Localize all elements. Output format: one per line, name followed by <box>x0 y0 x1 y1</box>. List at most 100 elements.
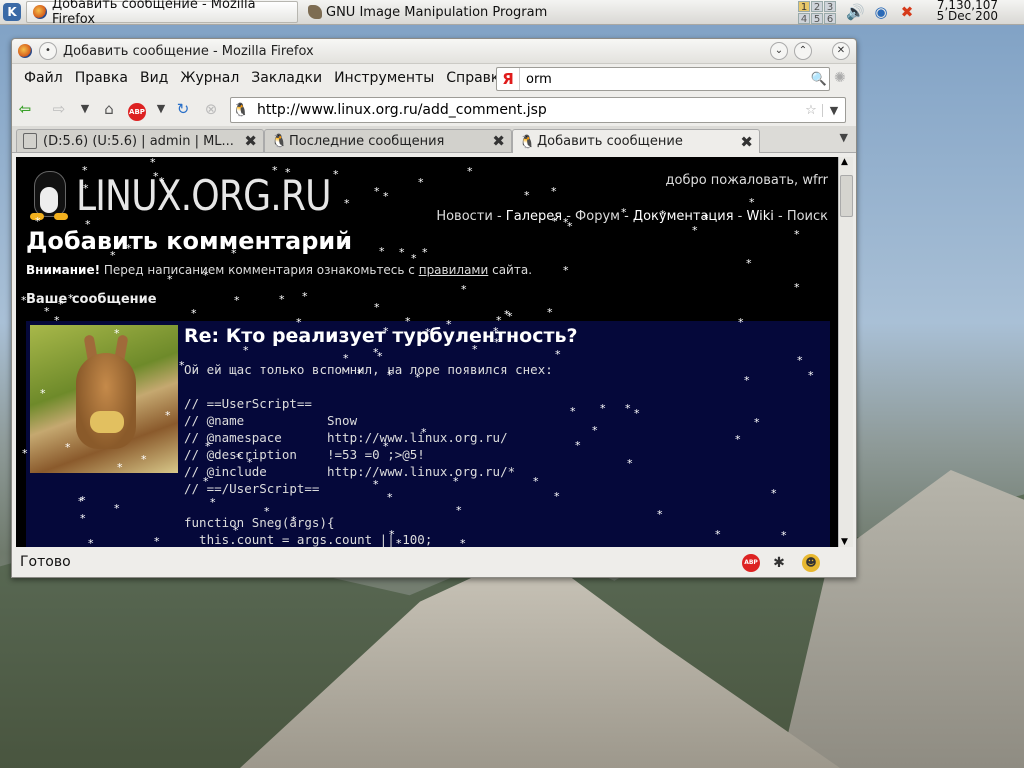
tab-admin[interactable]: (D:5.6) (U:5.6) | admin | ML... ✖ <box>16 129 264 152</box>
scroll-up-icon[interactable]: ▲ <box>841 157 848 167</box>
snowflake: * <box>35 215 41 228</box>
yandex-engine-icon[interactable]: Я <box>497 68 520 90</box>
adblock-icon[interactable]: ABP <box>126 98 148 121</box>
task-gimp[interactable]: GNU Image Manipulation Program <box>302 1 562 23</box>
snowflake: * <box>738 316 744 329</box>
home-icon[interactable]: ⌂ <box>98 98 120 120</box>
snowflake: * <box>344 197 350 210</box>
history-dropdown-icon[interactable]: ▼ <box>74 98 96 120</box>
firebug-icon[interactable]: ✱ <box>770 554 788 572</box>
nav-forum[interactable]: Форум <box>575 209 620 224</box>
volume-icon[interactable]: 🔊 <box>846 3 865 21</box>
nav-search[interactable]: Поиск <box>787 209 828 224</box>
snowflake: * <box>555 348 561 361</box>
snowflake: * <box>715 528 721 541</box>
adblock-status-icon[interactable]: ABP <box>742 554 760 572</box>
snowflake: * <box>703 212 709 225</box>
snowflake: * <box>399 246 405 259</box>
nav-wiki[interactable]: Wiki <box>747 209 774 224</box>
desktop-4[interactable]: 4 <box>798 13 810 25</box>
menu-tools[interactable]: Инструменты <box>334 70 434 86</box>
window-menu-button[interactable]: • <box>39 42 57 60</box>
nav-docs[interactable]: Документация <box>633 209 734 224</box>
snowflake: * <box>110 249 116 262</box>
menu-history[interactable]: Журнал <box>180 70 239 86</box>
snowflake: * <box>418 176 424 189</box>
back-icon[interactable]: ⇦ <box>14 98 36 120</box>
menu-file[interactable]: Файл <box>24 70 63 86</box>
desktop-2[interactable]: 2 <box>811 1 823 13</box>
desktop-3[interactable]: 3 <box>824 1 836 13</box>
reload-icon[interactable]: ↻ <box>172 98 194 120</box>
snowflake: * <box>21 294 27 307</box>
tab-list-icon[interactable]: ▼ <box>840 131 848 144</box>
menu-view[interactable]: Вид <box>140 70 168 86</box>
search-icon[interactable]: 🔍 <box>809 72 829 87</box>
snowflake: * <box>80 512 86 525</box>
bookmark-star-icon[interactable]: ☆ <box>800 103 822 118</box>
snowflake: * <box>333 168 339 181</box>
close-tab-icon[interactable]: ✖ <box>244 132 257 150</box>
snowflake: * <box>754 416 760 429</box>
snowflake: * <box>165 409 171 422</box>
code-line: // @name Snow <box>184 413 358 428</box>
nav-news[interactable]: Новости <box>436 209 493 224</box>
snowflake: * <box>551 185 557 198</box>
snowflake: * <box>771 487 777 500</box>
snowflake: * <box>808 369 814 382</box>
snowflake: * <box>794 228 800 241</box>
snowflake: * <box>524 189 530 202</box>
close-tab-icon[interactable]: ✖ <box>740 133 753 151</box>
clock[interactable]: 7,130,107 5 Dec 200 <box>920 0 998 22</box>
snowflake: * <box>794 281 800 294</box>
menu-edit[interactable]: Правка <box>75 70 128 86</box>
snowflake: * <box>114 327 120 340</box>
snowflake: * <box>422 246 428 259</box>
site-logo[interactable]: LINUX.ORG.RU <box>26 169 372 221</box>
tab-add-message[interactable]: 🐧 Добавить сообщение ✖ <box>512 129 760 153</box>
tools-icon[interactable]: ✖ <box>898 3 916 21</box>
snowflake: * <box>296 316 302 329</box>
minimize-button[interactable]: ⌄ <box>770 42 788 60</box>
tux-logo-icon <box>26 169 72 221</box>
smiley-icon[interactable]: ☻ <box>802 554 820 572</box>
maximize-button[interactable]: ⌃ <box>794 42 812 60</box>
rules-link[interactable]: правилами <box>419 263 489 277</box>
snowflake: * <box>554 490 560 503</box>
scroll-down-icon[interactable]: ▼ <box>841 537 848 547</box>
snowflake: * <box>374 301 380 314</box>
stop-icon[interactable]: ⊗ <box>200 98 222 120</box>
desktop-5[interactable]: 5 <box>811 13 823 25</box>
tab-recent-messages[interactable]: 🐧 Последние сообщения ✖ <box>264 129 512 152</box>
page-scrollbar[interactable]: ▲ ▼ <box>838 157 853 547</box>
snowflake: * <box>343 352 349 365</box>
snowflake: * <box>383 325 389 338</box>
snowflake: * <box>567 220 573 233</box>
url-input[interactable] <box>255 101 800 119</box>
desktop-1[interactable]: 1 <box>798 1 810 13</box>
desktop-6[interactable]: 6 <box>824 13 836 25</box>
close-button[interactable]: ✕ <box>832 42 850 60</box>
scrollbar-thumb[interactable] <box>840 175 853 217</box>
snowflake: * <box>191 307 197 320</box>
snowflake: * <box>744 374 750 387</box>
close-tab-icon[interactable]: ✖ <box>492 132 505 150</box>
snowflake: * <box>563 264 569 277</box>
web-page: LINUX.ORG.RU добро пожаловать, wfrr Ново… <box>16 157 838 547</box>
forward-icon[interactable]: ⇨ <box>48 98 70 120</box>
kde-menu-button[interactable]: K <box>3 3 21 21</box>
snowflake: * <box>54 314 60 327</box>
page-title: Добавить комментарий <box>26 227 353 255</box>
title-bar[interactable]: • Добавить сообщение - Mozilla Firefox ⌄… <box>12 39 856 64</box>
snowflake: * <box>179 359 185 372</box>
site-favicon-icon: 🐧 <box>232 102 250 118</box>
menu-bookmarks[interactable]: Закладки <box>251 70 322 86</box>
search-input[interactable] <box>524 70 809 88</box>
code-line: // ==UserScript== <box>184 396 312 411</box>
adblock-dropdown-icon[interactable]: ▼ <box>150 98 172 120</box>
snowflake: * <box>383 190 389 203</box>
url-dropdown-icon[interactable]: ▼ <box>822 103 845 117</box>
taskbar: K Добавить сообщение - Mozilla Firefox G… <box>0 0 1024 27</box>
task-firefox[interactable]: Добавить сообщение - Mozilla Firefox <box>26 0 298 27</box>
network-icon[interactable]: ◉ <box>872 3 890 21</box>
